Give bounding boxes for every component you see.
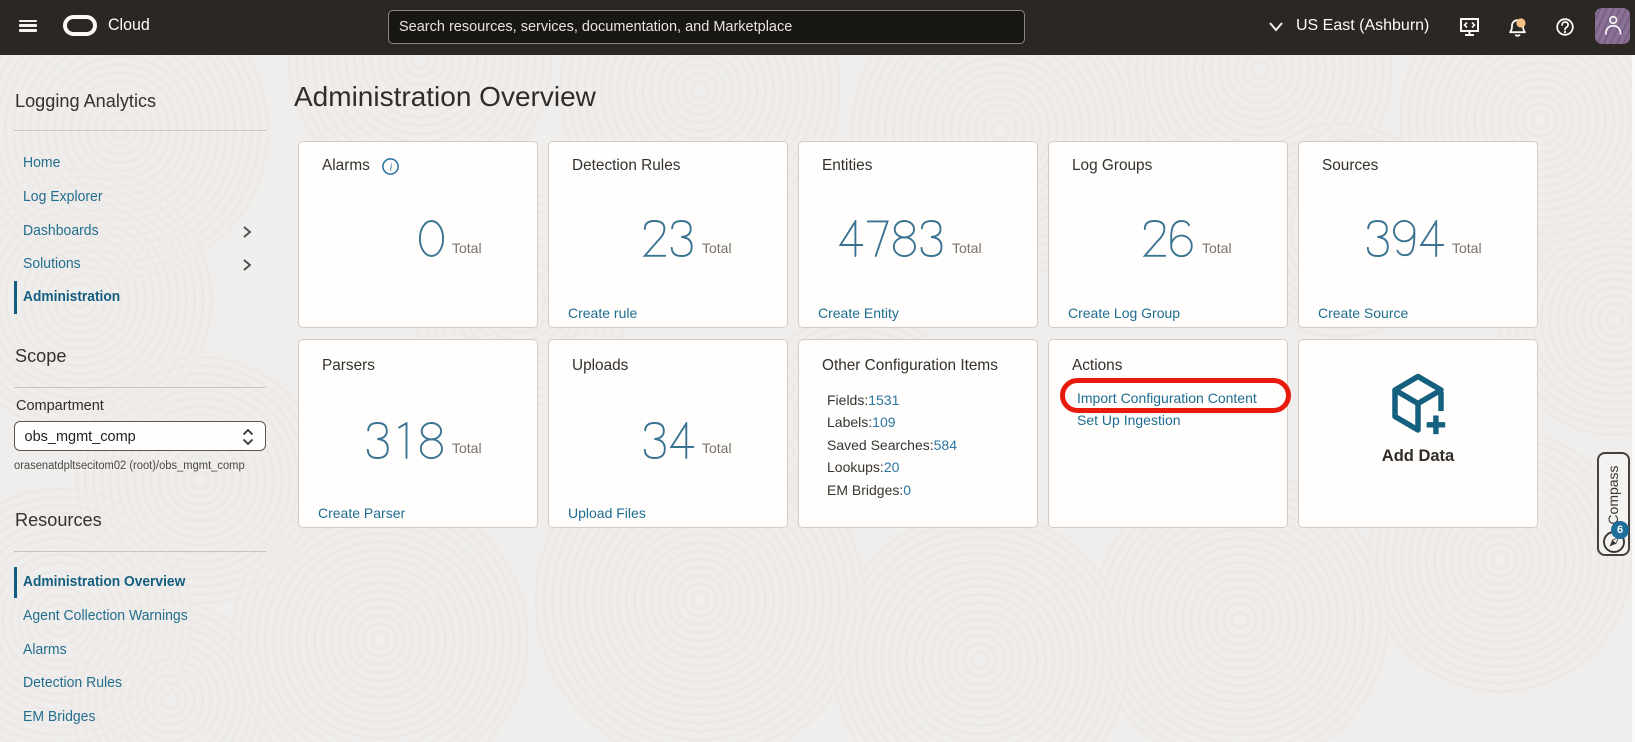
svg-text:i: i bbox=[390, 162, 393, 173]
